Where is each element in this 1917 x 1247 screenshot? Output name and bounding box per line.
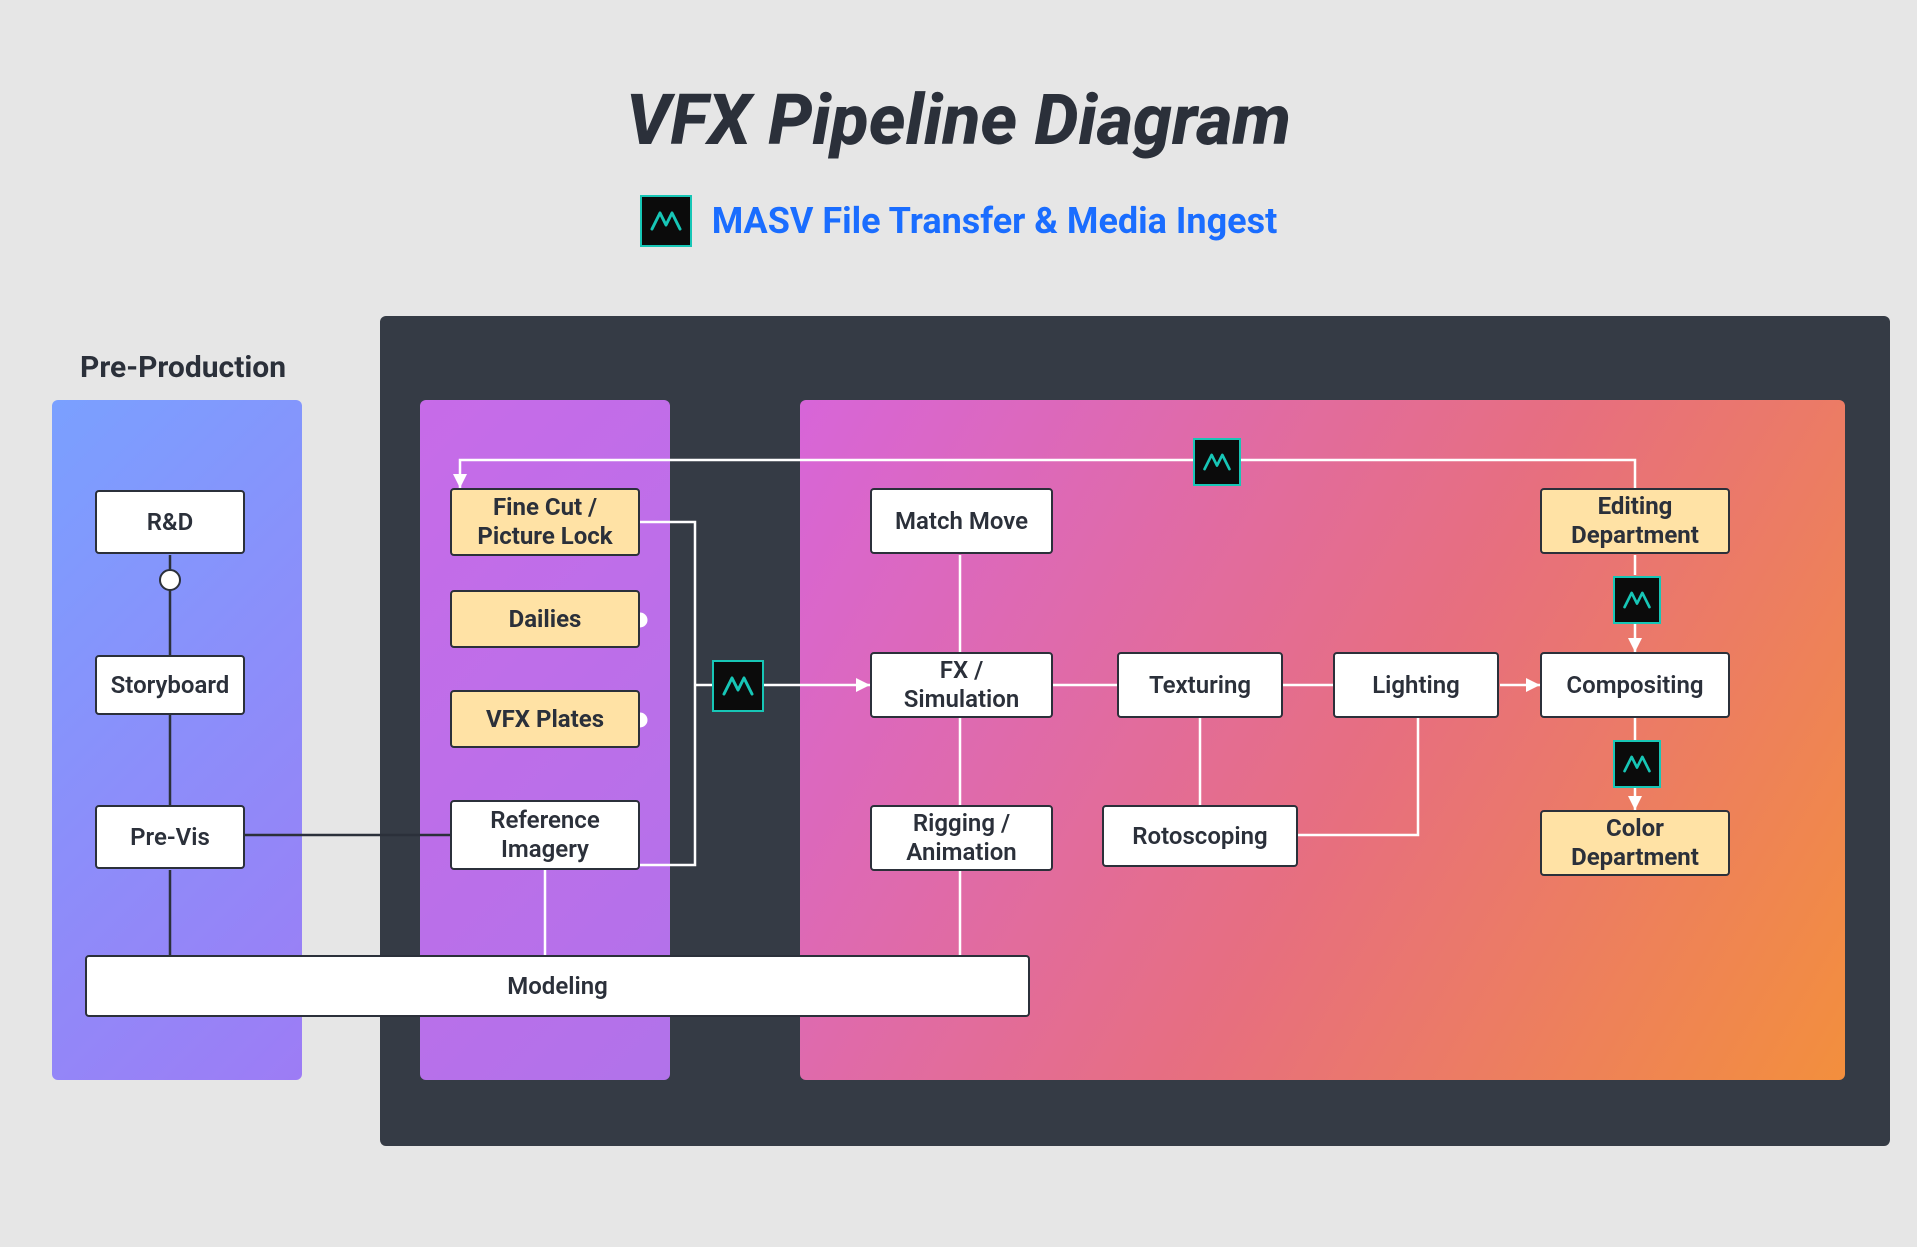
- phase-label-pre: Pre-Production: [80, 350, 286, 385]
- diagram-title: VFX Pipeline Diagram: [0, 80, 1917, 162]
- node-editing-department: Editing Department: [1540, 488, 1730, 554]
- masv-editing-to-compositing-icon: [1613, 576, 1661, 624]
- subtitle-text: MASV File Transfer & Media Ingest: [712, 200, 1278, 242]
- node-compositing: Compositing: [1540, 652, 1730, 718]
- node-texturing: Texturing: [1117, 652, 1283, 718]
- node-rigging-animation: Rigging / Animation: [870, 805, 1053, 871]
- diagram-canvas: VFX Pipeline Diagram MASV File Transfer …: [0, 0, 1917, 1247]
- node-reference-imagery: Reference Imagery: [450, 800, 640, 870]
- node-dailies: Dailies: [450, 590, 640, 648]
- node-match-move: Match Move: [870, 488, 1053, 554]
- node-storyboard: Storyboard: [95, 655, 245, 715]
- node-fx-simulation: FX / Simulation: [870, 652, 1053, 718]
- masv-logo-icon: [640, 195, 692, 247]
- node-modeling: Modeling: [85, 955, 1030, 1017]
- node-rd: R&D: [95, 490, 245, 554]
- node-vfx-plates: VFX Plates: [450, 690, 640, 748]
- node-previs: Pre-Vis: [95, 805, 245, 869]
- node-rotoscoping: Rotoscoping: [1102, 805, 1298, 867]
- node-lighting: Lighting: [1333, 652, 1499, 718]
- node-fine-cut: Fine Cut / Picture Lock: [450, 488, 640, 556]
- masv-top-loop-icon: [1193, 438, 1241, 486]
- masv-compositing-to-color-icon: [1613, 740, 1661, 788]
- node-color-department: Color Department: [1540, 810, 1730, 876]
- diagram-subtitle: MASV File Transfer & Media Ingest: [0, 195, 1917, 247]
- masv-hub-icon: [712, 660, 764, 712]
